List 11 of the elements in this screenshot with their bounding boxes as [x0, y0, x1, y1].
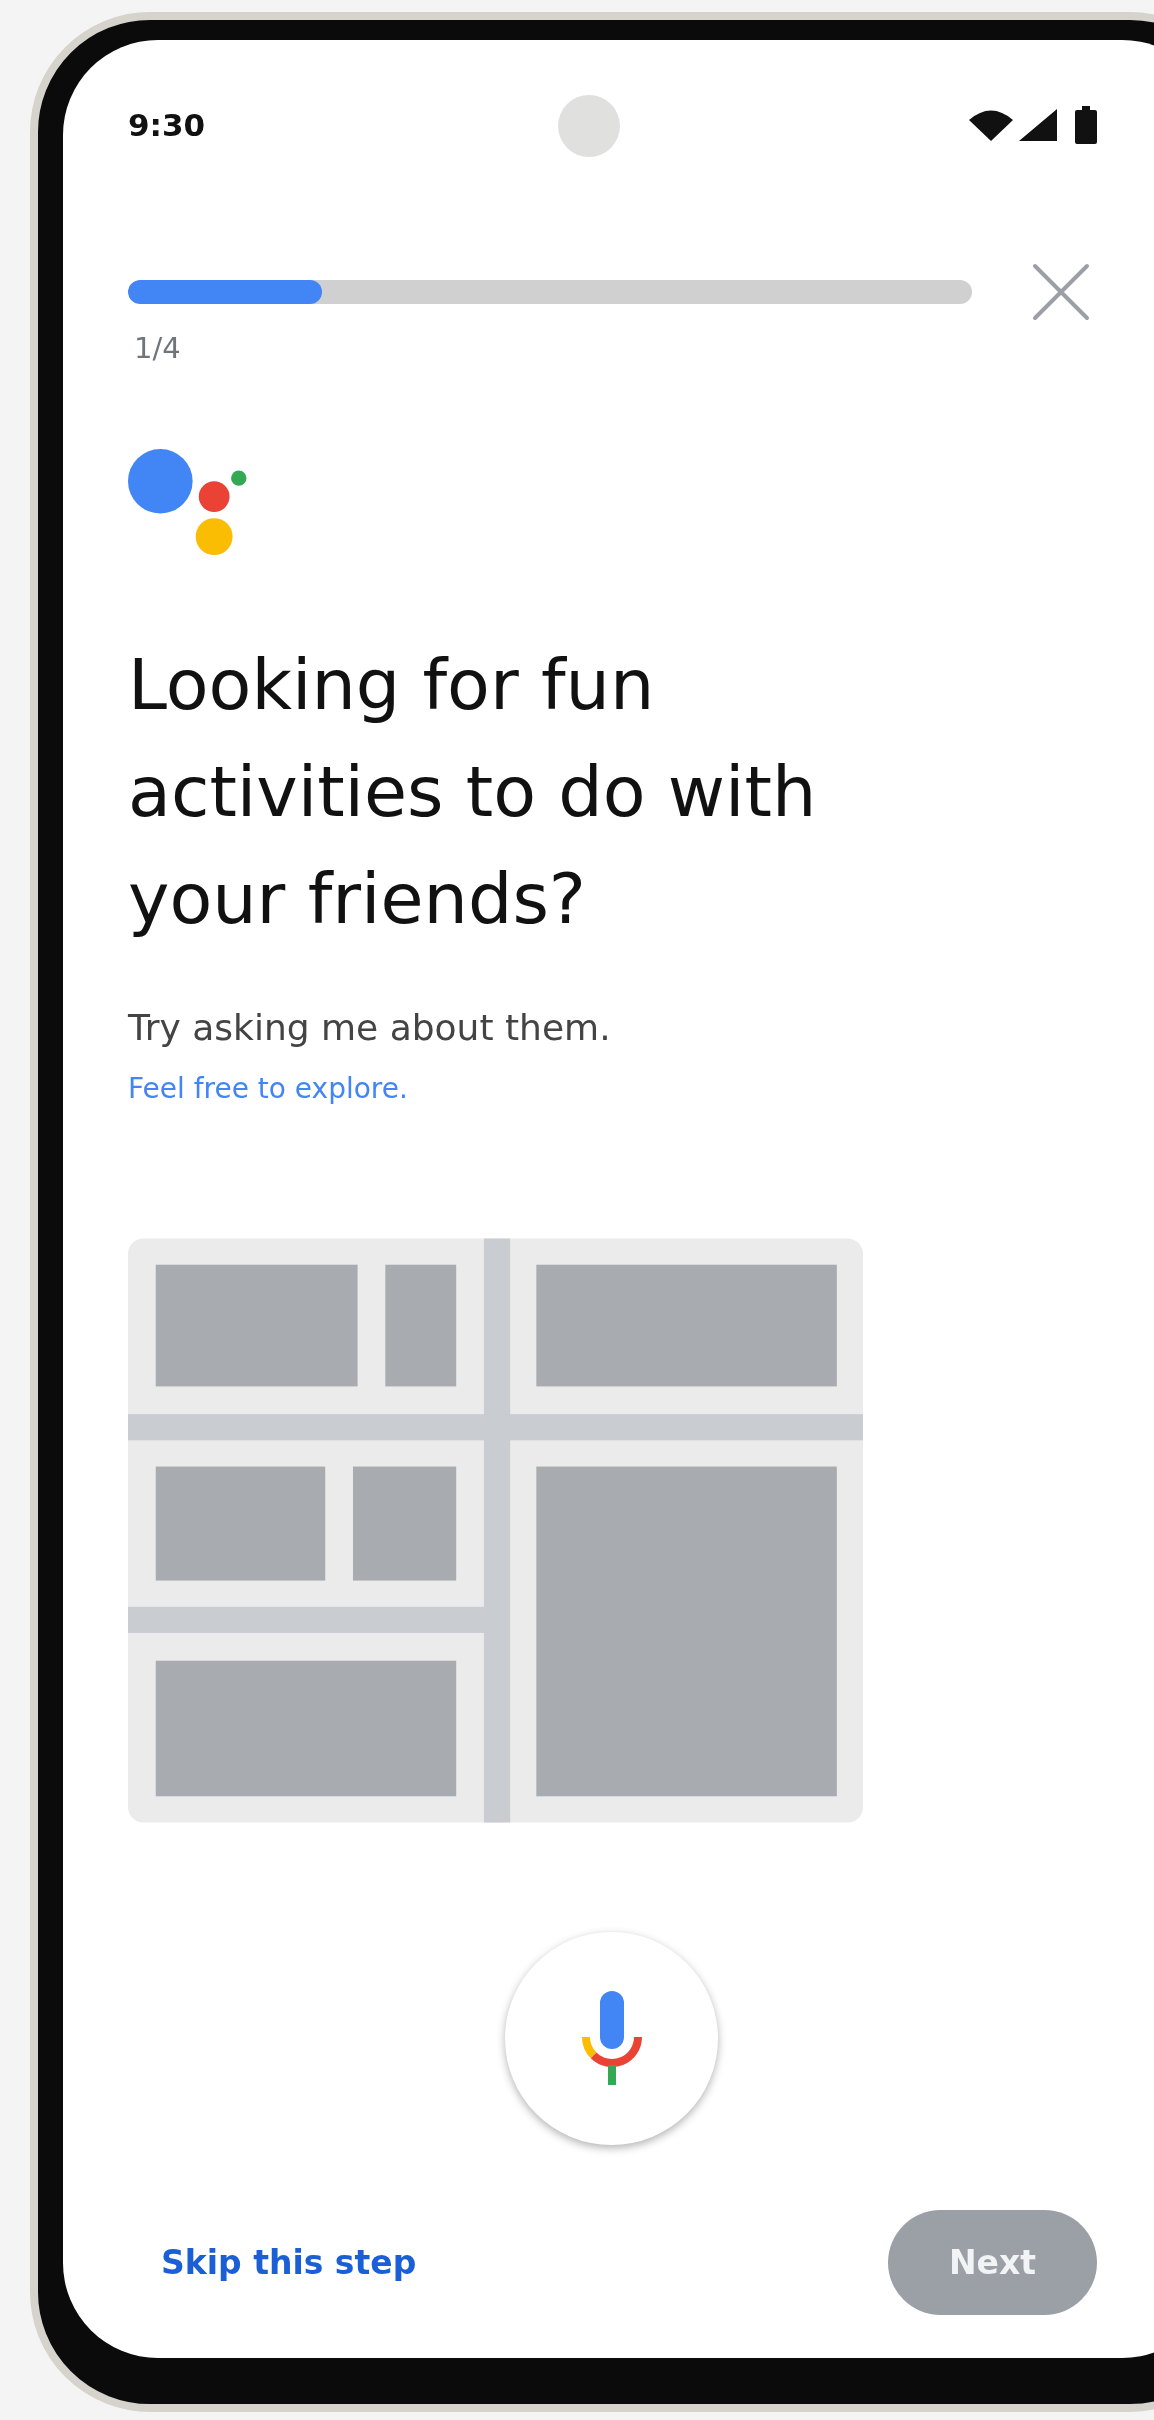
battery-icon — [1075, 106, 1097, 144]
headline: Looking for fun activities to do with your friends? — [128, 643, 818, 942]
microphone-icon — [579, 1990, 644, 2087]
skip-link[interactable]: Skip this step — [161, 2243, 417, 2282]
explore-link[interactable]: Feel free to explore. — [128, 1069, 408, 1109]
status-time: 9:30 — [128, 107, 206, 143]
close-icon[interactable] — [1031, 262, 1091, 322]
step-counter: 1/4 — [134, 330, 182, 366]
wifi-icon — [969, 109, 1013, 141]
signal-icon — [1019, 109, 1057, 141]
subtitle: Try asking me about them. — [128, 1006, 612, 1050]
